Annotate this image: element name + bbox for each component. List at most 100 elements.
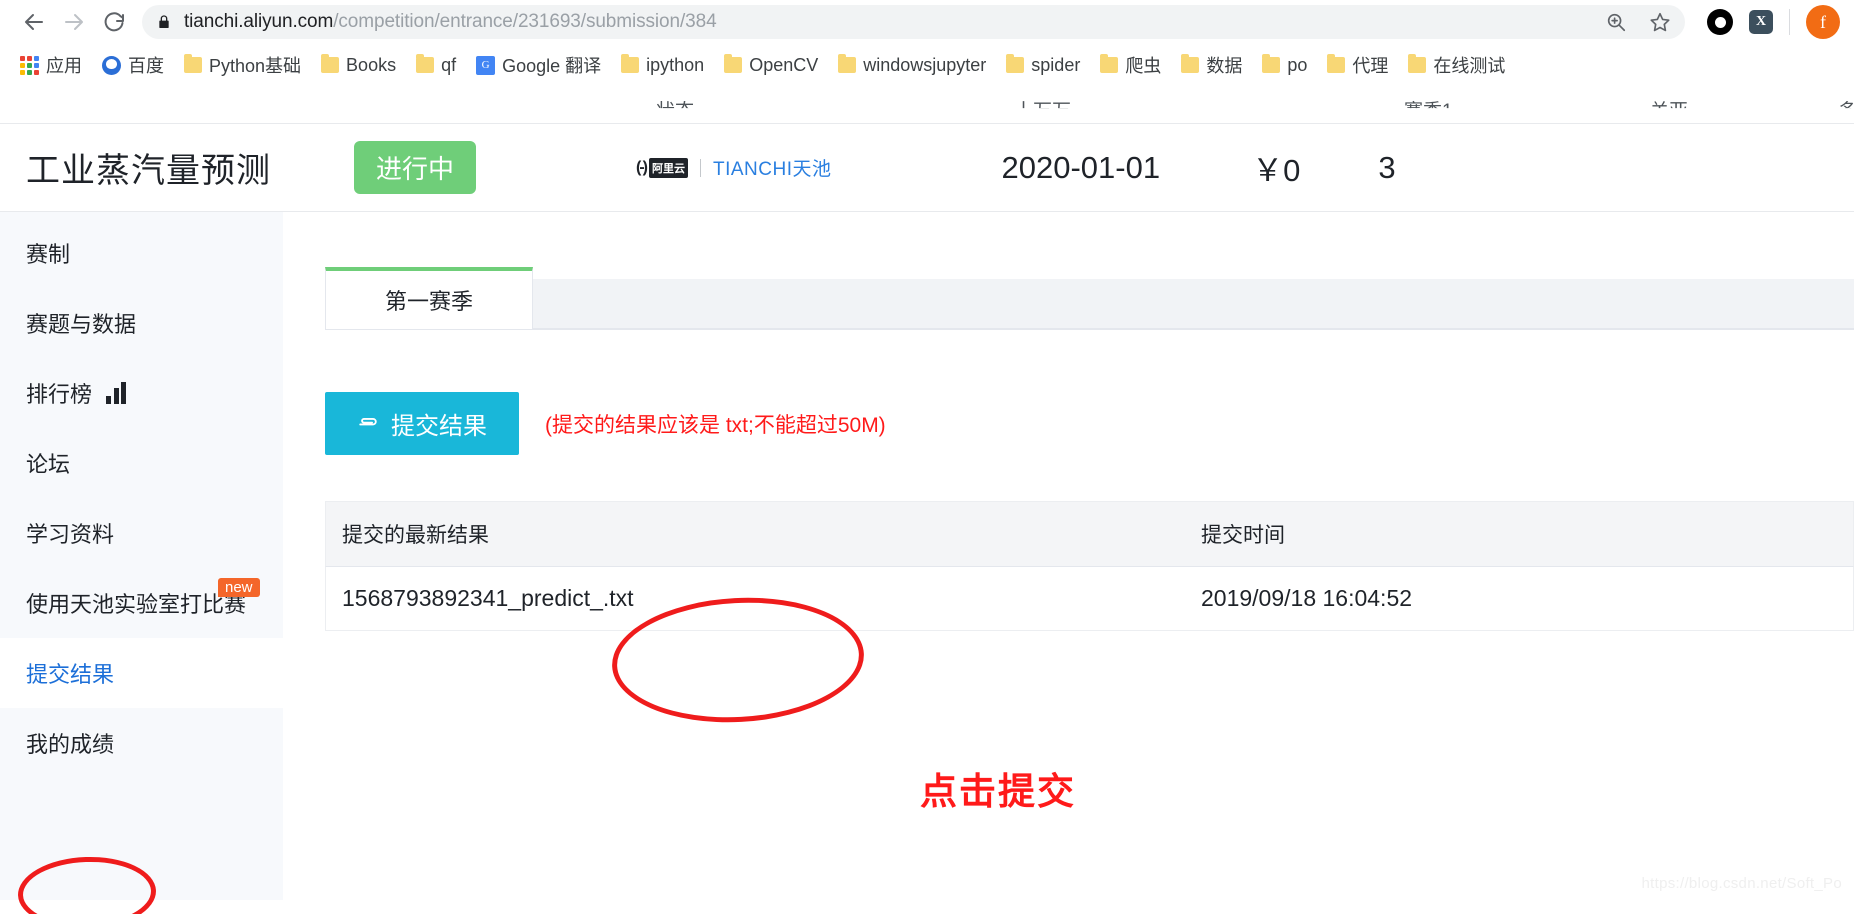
forward-button[interactable] bbox=[54, 2, 94, 42]
bookmark-label: 百度 bbox=[128, 56, 164, 76]
bookmark-books[interactable]: Books bbox=[311, 51, 406, 80]
apps-grid-icon bbox=[20, 55, 39, 75]
folder-icon bbox=[1181, 54, 1200, 73]
folder-icon bbox=[1327, 54, 1346, 73]
folder-icon bbox=[1006, 54, 1025, 73]
new-badge: new bbox=[218, 578, 260, 597]
zoom-in-icon[interactable] bbox=[1605, 11, 1627, 33]
bookmark-label: 应用 bbox=[46, 56, 82, 76]
bookmark-online-test[interactable]: 在线测试 bbox=[1398, 48, 1515, 82]
browser-toolbar: tianchi.aliyun.com/competition/entrance/… bbox=[0, 0, 1854, 44]
watermark: https://blog.csdn.net/Soft_Po bbox=[1641, 875, 1842, 892]
table-header-row: 提交的最新结果 提交时间 bbox=[325, 501, 1854, 567]
back-button[interactable] bbox=[14, 2, 54, 42]
bookmark-label: ipython bbox=[646, 54, 705, 75]
url-host: tianchi.aliyun.com bbox=[184, 11, 334, 32]
annotation-ellipse-sidebar bbox=[16, 854, 158, 914]
browser-chrome: tianchi.aliyun.com/competition/entrance/… bbox=[0, 0, 1854, 86]
sidebar-item-learning-materials[interactable]: 学习资料 bbox=[0, 498, 283, 568]
competition-date: 2020-01-01 bbox=[1001, 149, 1161, 185]
google-translate-icon: G bbox=[476, 55, 496, 75]
folder-icon bbox=[321, 54, 340, 73]
cell-filename: 1568793892341_predict_.txt bbox=[342, 585, 634, 611]
sidebar-item-leaderboard[interactable]: 排行榜 bbox=[0, 358, 283, 428]
clipped-nav-strip: 状态 十万万 赛季1 关亚 多 bbox=[0, 86, 1854, 124]
folder-icon bbox=[1408, 54, 1427, 73]
bookmark-label: 代理 bbox=[1352, 56, 1389, 76]
x-extension-icon[interactable]: X bbox=[1749, 10, 1773, 34]
bookmark-opencv[interactable]: OpenCV bbox=[714, 51, 828, 80]
reload-button[interactable] bbox=[94, 2, 134, 42]
sidebar-item-label: 排行榜 bbox=[26, 382, 93, 407]
sidebar-item-label: 我的成绩 bbox=[26, 732, 115, 757]
folder-icon bbox=[416, 54, 435, 73]
tianchi-logo-text: TIANCHI天池 bbox=[713, 154, 832, 181]
season-tabs: 第一赛季 bbox=[325, 267, 1854, 330]
competition-header: 工业蒸汽量预测 进行中 (-) 阿里云 TIANCHI天池 2020-01-01… bbox=[0, 124, 1854, 212]
sidebar-item-my-score[interactable]: 我的成绩 bbox=[0, 708, 283, 778]
tianchi-cn: 天池 bbox=[792, 159, 832, 180]
address-bar[interactable]: tianchi.aliyun.com/competition/entrance/… bbox=[142, 5, 1685, 39]
bookmark-label: OpenCV bbox=[749, 54, 819, 75]
bookmark-label: po bbox=[1287, 54, 1308, 75]
sidebar: 赛制 赛题与数据 排行榜 论坛 学习资料 使用天池实验室打比赛 new 提交结果 bbox=[0, 212, 283, 914]
bookmark-windowsjupyter[interactable]: windowsjupyter bbox=[828, 51, 996, 80]
aliyun-logo: (-) 阿里云 bbox=[636, 157, 688, 178]
clipped-nav-item: 赛季1 bbox=[1404, 101, 1453, 122]
folder-icon bbox=[1100, 54, 1119, 73]
bookmark-spider[interactable]: spider bbox=[996, 51, 1090, 80]
cell-time: 2019/09/18 16:04:52 bbox=[1201, 585, 1413, 611]
submit-button-label: 提交结果 bbox=[391, 413, 487, 440]
tab-season-1[interactable]: 第一赛季 bbox=[325, 267, 533, 329]
sidebar-item-label: 论坛 bbox=[26, 452, 71, 477]
bookmark-label: qf bbox=[441, 54, 457, 75]
sidebar-item-label: 学习资料 bbox=[26, 522, 115, 547]
bookmark-label: spider bbox=[1031, 54, 1081, 75]
tianchi-en: TIANCHI bbox=[713, 159, 793, 180]
sidebar-item-rules[interactable]: 赛制 bbox=[0, 218, 283, 288]
clipped-nav-item: 多 bbox=[1838, 96, 1854, 108]
sidebar-item-forum[interactable]: 论坛 bbox=[0, 428, 283, 498]
folder-icon bbox=[838, 54, 857, 73]
bookmark-label: 爬虫 bbox=[1125, 56, 1162, 76]
bookmark-label: Python基础 bbox=[209, 56, 302, 76]
bookmark-label: 在线测试 bbox=[1433, 56, 1506, 76]
bookmark-label: Books bbox=[346, 54, 397, 75]
sidebar-item-problem-data[interactable]: 赛题与数据 bbox=[0, 288, 283, 358]
sidebar-item-label: 使用天池实验室打比赛 bbox=[26, 592, 247, 617]
bookmark-crawler[interactable]: 爬虫 bbox=[1090, 48, 1171, 82]
sidebar-item-lab[interactable]: 使用天池实验室打比赛 new bbox=[0, 568, 283, 638]
bookmark-label: 数据 bbox=[1206, 56, 1243, 76]
lock-icon bbox=[156, 14, 172, 30]
bookmark-google-translate[interactable]: G Google 翻译 bbox=[466, 48, 611, 82]
star-icon[interactable] bbox=[1649, 11, 1671, 33]
bookmark-baidu[interactable]: 百度 bbox=[92, 48, 174, 82]
bookmark-qf[interactable]: qf bbox=[406, 51, 466, 80]
folder-icon bbox=[184, 54, 202, 73]
circle-extension-icon[interactable] bbox=[1707, 9, 1733, 35]
bookmark-proxy[interactable]: 代理 bbox=[1317, 48, 1398, 82]
bookmark-python-basics[interactable]: Python基础 bbox=[174, 48, 311, 82]
clipped-nav-item: 关亚 bbox=[1650, 101, 1689, 122]
bookmark-ipython[interactable]: ipython bbox=[611, 51, 714, 80]
competition-extra-stat: 3 bbox=[1378, 149, 1396, 185]
sidebar-item-submission[interactable]: 提交结果 bbox=[0, 638, 283, 708]
page-title: 工业蒸汽量预测 bbox=[26, 152, 271, 190]
submission-table: 提交的最新结果 提交时间 1568793892341_predict_.txt … bbox=[325, 501, 1854, 631]
bar-chart-icon bbox=[106, 382, 127, 404]
aliyun-bracket-icon: (-) bbox=[636, 158, 648, 176]
tab-label: 第一赛季 bbox=[384, 289, 473, 314]
bookmark-data[interactable]: 数据 bbox=[1171, 48, 1252, 82]
submit-result-button[interactable]: 提交结果 bbox=[325, 392, 519, 455]
table-row[interactable]: 1568793892341_predict_.txt 2019/09/18 16… bbox=[325, 567, 1854, 631]
sidebar-item-label: 提交结果 bbox=[26, 662, 115, 687]
bookmark-po[interactable]: po bbox=[1252, 51, 1317, 80]
page-content: 状态 十万万 赛季1 关亚 多 工业蒸汽量预测 进行中 (-) 阿里云 TIAN… bbox=[0, 86, 1854, 914]
paperclip-icon bbox=[357, 413, 379, 435]
tabs-filler bbox=[533, 279, 1854, 329]
content-area: 赛制 赛题与数据 排行榜 论坛 学习资料 使用天池实验室打比赛 new 提交结果 bbox=[0, 212, 1854, 914]
aliyun-logo-text: 阿里云 bbox=[649, 157, 688, 178]
extensions-area: X f bbox=[1689, 5, 1840, 39]
avatar[interactable]: f bbox=[1806, 5, 1840, 39]
bookmark-apps[interactable]: 应用 bbox=[10, 48, 92, 82]
